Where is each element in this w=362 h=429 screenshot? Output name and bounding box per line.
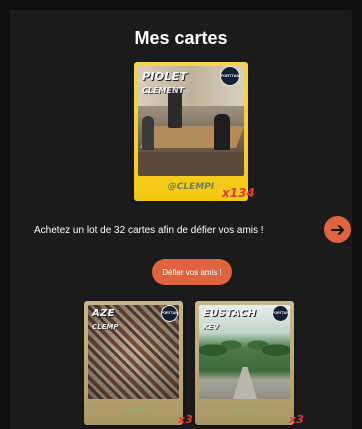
card-author: @AZE	[120, 407, 147, 416]
challenge-friends-button[interactable]: Défier vos amis !	[152, 259, 232, 285]
card-author: @EUS	[231, 407, 258, 416]
team-badge-icon: FORTTAN	[161, 305, 178, 322]
team-badge-icon: FORTTAN	[220, 66, 240, 86]
team-badge-icon: FORTTAN	[272, 305, 289, 322]
card-count: x134	[222, 186, 255, 200]
next-button[interactable]	[324, 216, 351, 243]
card-name: EUSTACH	[203, 308, 257, 319]
card-count: x3	[178, 413, 193, 426]
promo-text: Achetez un lot de 32 cartes afin de défi…	[34, 225, 264, 236]
card-count: x3	[289, 413, 304, 426]
arrow-right-icon	[330, 224, 344, 235]
card-subtitle: CLÉMENT	[142, 86, 185, 95]
card-subtitle: KEV	[203, 323, 219, 331]
card-item[interactable]: AZE CLEMP FORTTAN @AZE	[84, 301, 183, 425]
card-item[interactable]: EUSTACH KEV FORTTAN @EUS	[195, 301, 294, 425]
card-name: PIOLET	[142, 70, 188, 83]
page-title: Mes cartes	[134, 28, 228, 48]
card-name: AZE	[92, 308, 115, 319]
card-subtitle: CLEMP	[92, 323, 119, 331]
featured-card[interactable]: PIOLET CLÉMENT FORTTAN @CLEMPI	[134, 62, 248, 201]
